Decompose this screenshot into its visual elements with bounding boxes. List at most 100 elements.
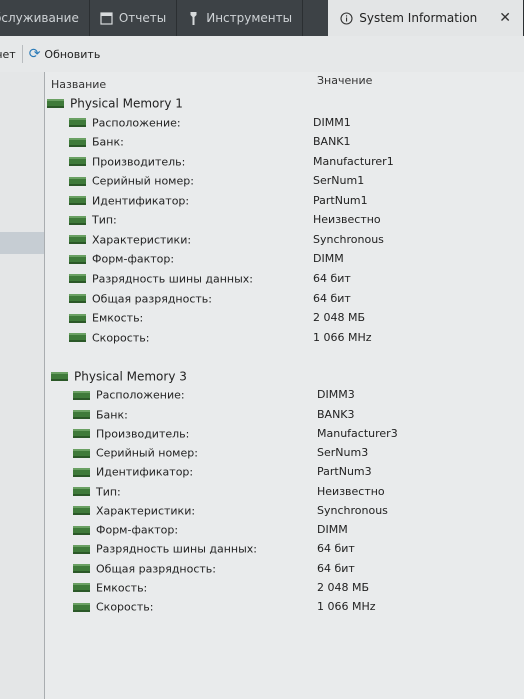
property-name: Расположение: <box>92 116 181 130</box>
property-name: Производитель: <box>92 155 186 169</box>
memory-module-icon <box>69 176 86 186</box>
property-name: Производитель: <box>96 427 190 441</box>
refresh-label: Обновить <box>44 47 101 61</box>
tab-label: бслуживание <box>0 11 79 25</box>
tab-bar: бслуживание Отчеты Инструменты System In… <box>0 0 524 36</box>
property-value: 1 066 MHz <box>317 600 376 613</box>
table-row[interactable]: Скорость: 1 066 MHz <box>69 331 519 350</box>
column-header-value[interactable]: Значение <box>317 74 372 87</box>
tab-maintenance[interactable]: бслуживание <box>0 0 90 36</box>
memory-module-icon <box>73 564 90 573</box>
table-row[interactable]: Идентификатор: PartNum1 <box>69 194 519 213</box>
property-value: 2 048 МБ <box>317 580 370 594</box>
tab-label: Инструменты <box>206 11 293 25</box>
table-row[interactable]: Форм-фактор: DIMM <box>69 252 519 271</box>
table-row[interactable]: Тип: Неизвестно <box>69 213 519 232</box>
memory-module-icon <box>73 487 90 496</box>
property-value: DIMM3 <box>317 388 355 402</box>
property-name: Разрядность шины данных: <box>96 542 258 556</box>
property-value: 64 бит <box>317 561 355 575</box>
table-row[interactable]: Общая разрядность: 64 бит <box>73 562 523 581</box>
property-name: Скорость: <box>92 331 150 345</box>
property-name: Разрядность шины данных: <box>92 272 254 286</box>
property-name: Серийный номер: <box>96 446 198 460</box>
property-value: SerNum3 <box>317 446 369 459</box>
memory-module-icon <box>69 294 86 303</box>
memory-module-icon <box>73 525 90 535</box>
table-row[interactable]: Скорость: 1 066 MHz <box>73 600 523 619</box>
table-row[interactable]: Производитель: Manufacturer3 <box>73 427 523 446</box>
memory-module-icon <box>69 215 86 225</box>
table-row[interactable]: Производитель: Manufacturer1 <box>69 155 519 174</box>
property-value: BANK1 <box>313 135 351 149</box>
property-name: Тип: <box>96 485 121 498</box>
memory-module-icon <box>69 333 86 343</box>
property-name: Форм-фактор: <box>92 252 175 266</box>
property-name: Форм-фактор: <box>96 523 179 537</box>
table-row[interactable]: Форм-фактор: DIMM <box>73 523 523 542</box>
memory-module-icon <box>69 157 86 167</box>
memory-module-icon <box>73 429 90 439</box>
table-row[interactable]: Расположение: DIMM3 <box>73 388 523 407</box>
property-name: Емкость: <box>96 581 148 595</box>
property-value: 64 бит <box>317 542 355 556</box>
property-value: DIMM <box>317 523 348 536</box>
property-name: Емкость: <box>92 311 144 325</box>
table-row[interactable]: Идентификатор: PartNum3 <box>73 465 523 484</box>
property-value: Manufacturer1 <box>313 154 394 168</box>
table-row[interactable]: Расположение: DIMM1 <box>69 116 519 135</box>
table-row[interactable]: Серийный номер: SerNum1 <box>69 174 519 193</box>
selected-nav-item[interactable] <box>0 232 44 254</box>
table-row[interactable]: Характеристики: Synchronous <box>69 233 519 252</box>
toolbar: чет ⟳ Обновить <box>0 36 524 73</box>
memory-module-icon <box>69 118 86 128</box>
tab-label: Отчеты <box>118 11 167 25</box>
memory-module-icon <box>69 254 86 264</box>
memory-module-icon <box>73 467 90 477</box>
property-name: Серийный номер: <box>92 174 194 188</box>
group-title: Physical Memory 3 <box>74 369 187 384</box>
table-row[interactable]: Серийный номер: SerNum3 <box>73 446 523 465</box>
left-navigation-pane[interactable] <box>0 72 45 699</box>
property-value: PartNum1 <box>313 193 368 207</box>
memory-module-icon <box>51 372 68 381</box>
memory-module-icon <box>73 410 90 419</box>
tab-tools[interactable]: Инструменты <box>177 0 304 36</box>
refresh-button[interactable]: ⟳ Обновить <box>29 46 101 62</box>
property-name: Банк: <box>96 408 128 421</box>
table-row[interactable]: Разрядность шины данных: 64 бит <box>69 272 519 291</box>
table-row[interactable]: Общая разрядность: 64 бит <box>69 292 519 311</box>
table-row[interactable]: Емкость: 2 048 МБ <box>69 311 519 330</box>
toolbar-report-button[interactable]: чет <box>0 48 16 61</box>
table-row[interactable]: Характеристики: Synchronous <box>73 504 523 523</box>
tab-reports[interactable]: Отчеты <box>90 0 178 36</box>
tools-icon <box>187 11 200 25</box>
tab-label: System Information <box>359 11 478 25</box>
table-row[interactable]: Банк: BANK1 <box>69 135 519 154</box>
close-icon[interactable]: ✕ <box>499 10 511 26</box>
table-row[interactable]: Банк: BANK3 <box>73 408 523 427</box>
group-row[interactable]: Physical Memory 1 <box>47 96 183 115</box>
property-value: Неизвестно <box>317 484 385 498</box>
memory-module-icon <box>73 602 90 612</box>
memory-module-icon <box>69 274 86 284</box>
memory-module-icon <box>69 196 86 206</box>
tab-system-information[interactable]: System Information ✕ <box>328 0 524 36</box>
property-value: 64 бит <box>313 291 351 305</box>
property-name: Характеристики: <box>96 504 196 518</box>
property-value: SerNum1 <box>313 174 365 188</box>
column-header-name[interactable]: Название <box>51 78 106 91</box>
table-row[interactable]: Тип: Неизвестно <box>73 485 523 504</box>
memory-module-icon <box>69 313 86 323</box>
group-row[interactable]: Physical Memory 3 <box>51 369 187 388</box>
property-value: BANK3 <box>317 407 355 421</box>
property-value: Manufacturer3 <box>317 426 398 440</box>
property-name: Скорость: <box>96 600 154 614</box>
table-row[interactable]: Разрядность шины данных: 64 бит <box>73 542 523 561</box>
memory-module-icon <box>69 137 86 147</box>
refresh-icon: ⟳ <box>28 46 41 62</box>
group-title: Physical Memory 1 <box>70 96 183 111</box>
table-row[interactable]: Емкость: 2 048 МБ <box>73 581 523 600</box>
property-value: 64 бит <box>313 271 351 285</box>
property-value: DIMM <box>313 252 344 266</box>
